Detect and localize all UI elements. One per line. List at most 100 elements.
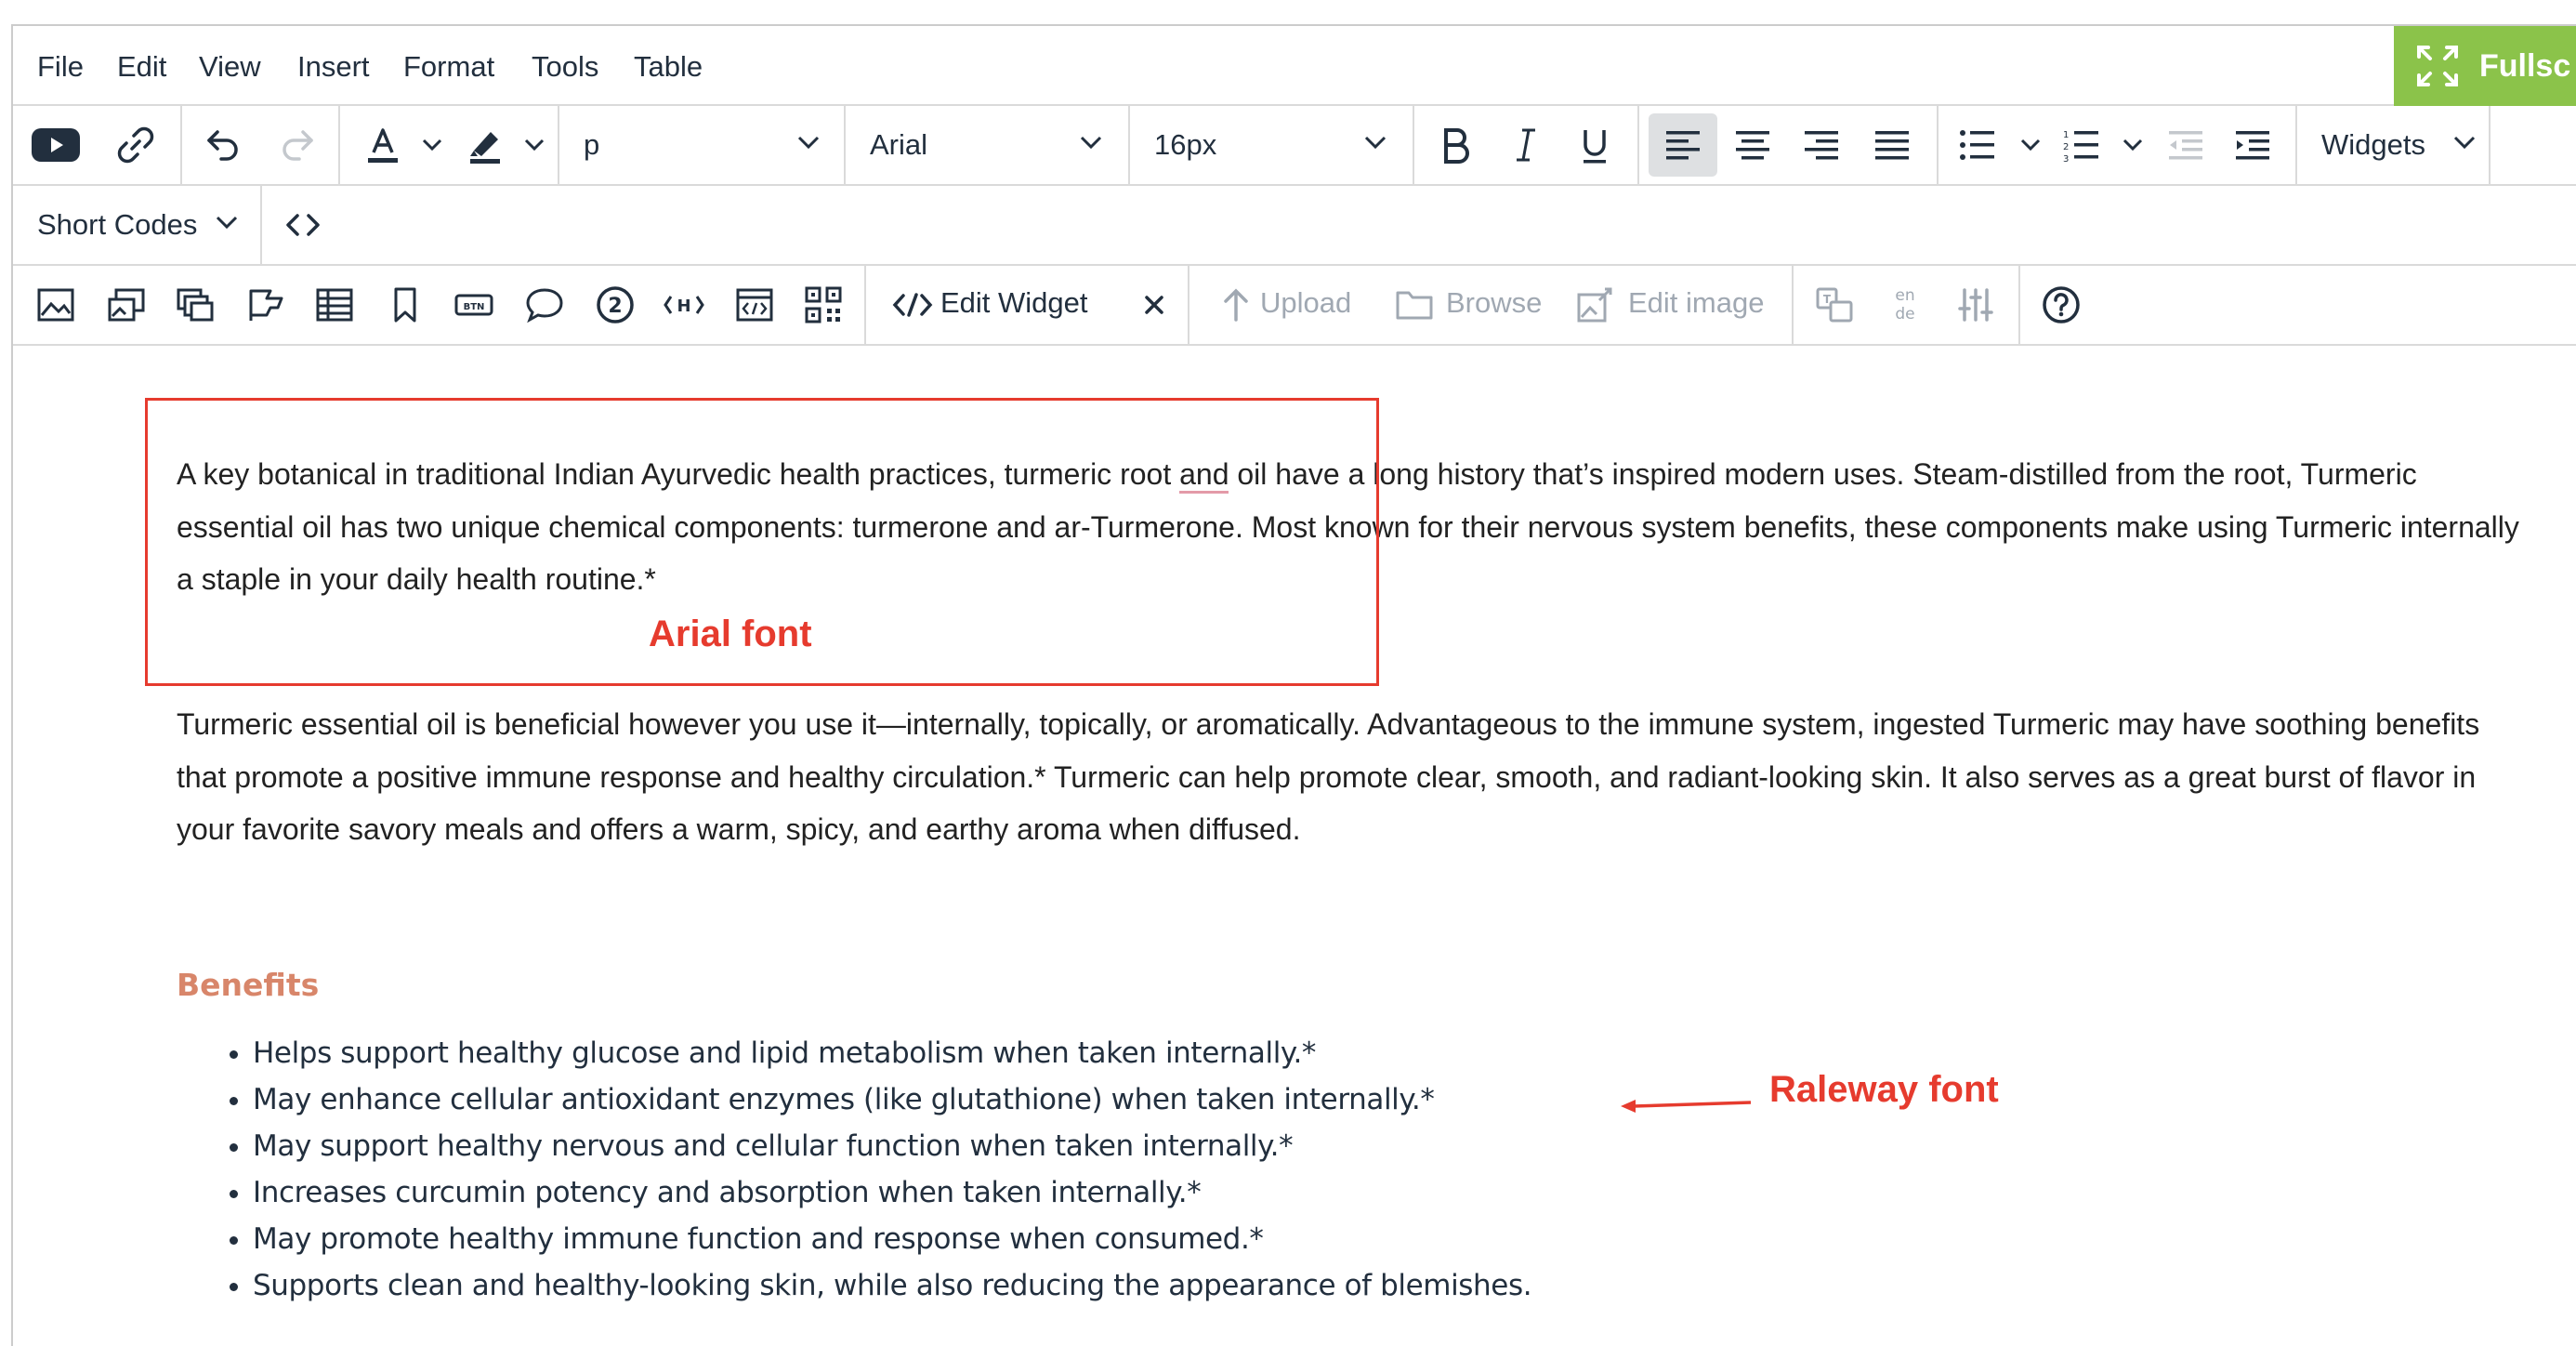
svg-text:T: T [1823, 293, 1832, 306]
bookmark-button[interactable] [375, 266, 435, 344]
browse-button[interactable]: Browse [1446, 286, 1542, 320]
font-size-select[interactable]: 16px [1130, 106, 1413, 184]
link-button[interactable] [106, 106, 165, 184]
text-color-icon [368, 128, 398, 163]
align-center-icon [1736, 131, 1769, 160]
edit-image-button[interactable]: Edit image [1628, 286, 1764, 320]
svg-text:1: 1 [2063, 130, 2069, 140]
browse-icon-wrap [1385, 266, 1444, 344]
list-item[interactable]: May support healthy nervous and cellular… [253, 1123, 1531, 1169]
remove-widget-button[interactable] [1124, 266, 1184, 344]
gallery-icon [108, 288, 145, 322]
bullet-list-button[interactable] [1948, 106, 2007, 184]
button-widget-button[interactable]: BTN [444, 266, 504, 344]
block-format-select[interactable]: p [559, 106, 844, 184]
numbered-list-dropdown[interactable] [2119, 106, 2147, 184]
indent-button[interactable] [2223, 106, 2282, 184]
chevron-down-icon [524, 139, 545, 152]
widgets-menu[interactable]: Widgets [2297, 106, 2489, 184]
image-icon [37, 288, 74, 322]
align-center-button[interactable] [1723, 106, 1782, 184]
outdent-button[interactable] [2156, 106, 2215, 184]
chevron-down-icon [1364, 136, 1387, 150]
redo-button[interactable] [268, 106, 327, 184]
language-switch-button[interactable]: en de [1875, 266, 1935, 344]
highlighter-icon [470, 132, 500, 164]
number-circle-icon: 2 [597, 286, 634, 323]
menu-tools[interactable]: Tools [532, 50, 598, 84]
settings-sliders-button[interactable] [1946, 266, 2005, 344]
source-code-button[interactable] [273, 186, 333, 264]
numbered-list-button[interactable]: 1 2 3 [2052, 106, 2111, 184]
undo-button[interactable] [193, 106, 253, 184]
italic-button[interactable] [1496, 106, 1556, 184]
sliders-icon [1958, 288, 1993, 322]
youtube-button[interactable] [26, 106, 85, 184]
gallery-button[interactable] [97, 266, 156, 344]
align-right-button[interactable] [1792, 106, 1851, 184]
short-codes-menu[interactable]: Short Codes [13, 186, 260, 264]
chevron-down-icon [2453, 136, 2476, 150]
folder-icon [1396, 291, 1433, 320]
help-button[interactable] [2031, 266, 2091, 344]
menu-insert[interactable]: Insert [297, 50, 370, 84]
paragraph-2[interactable]: Turmeric essential oil is beneficial how… [177, 698, 2537, 856]
list-item[interactable]: Increases curcumin potency and absorptio… [253, 1169, 1531, 1216]
benefits-list: Helps support healthy glucose and lipid … [177, 1030, 1532, 1309]
align-left-button[interactable] [1649, 113, 1717, 177]
fullscreen-button[interactable]: Fullsc [2394, 26, 2576, 106]
insert-image-button[interactable] [26, 266, 85, 344]
counter-button[interactable]: 2 [585, 266, 645, 344]
heading-icon: H [664, 296, 704, 316]
upload-button[interactable]: Upload [1260, 286, 1351, 320]
underline-button[interactable] [1565, 106, 1624, 184]
table-icon [316, 288, 353, 322]
font-family-select[interactable]: Arial [846, 106, 1128, 184]
link-icon [117, 126, 154, 164]
translate-button[interactable]: T [1805, 266, 1864, 344]
menu-table[interactable]: Table [634, 50, 703, 84]
undo-icon [207, 130, 238, 161]
align-justify-icon [1875, 131, 1909, 160]
list-item[interactable]: Supports clean and healthy-looking skin,… [253, 1262, 1532, 1309]
table-widget-button[interactable] [305, 266, 364, 344]
code-icon [286, 214, 320, 236]
benefits-heading[interactable]: Benefits [177, 967, 319, 1003]
slideshow-button[interactable] [165, 266, 225, 344]
banner-button[interactable] [236, 266, 296, 344]
chevron-down-icon [1080, 136, 1102, 150]
menu-format[interactable]: Format [403, 50, 494, 84]
bookmark-icon [394, 287, 416, 323]
menu-edit[interactable]: Edit [117, 50, 166, 84]
redo-icon [283, 130, 313, 161]
heading-widget-button[interactable]: H [654, 266, 714, 344]
list-item[interactable]: May enhance cellular antioxidant enzymes… [253, 1076, 1531, 1123]
menu-view[interactable]: View [199, 50, 261, 84]
svg-text:2: 2 [2063, 142, 2069, 152]
menu-file[interactable]: File [37, 50, 84, 84]
list-item[interactable]: Helps support healthy glucose and lipid … [253, 1030, 1531, 1076]
list-item[interactable]: May promote healthy immune function and … [253, 1216, 1531, 1262]
edit-widget-button[interactable]: Edit Widget [940, 286, 1088, 320]
text-color-button[interactable] [353, 106, 413, 184]
bold-button[interactable] [1426, 106, 1485, 184]
align-justify-button[interactable] [1862, 106, 1922, 184]
edit-image-icon-wrap [1565, 266, 1624, 344]
indent-icon [2236, 131, 2269, 160]
raleway-font-annotation: Raleway font [1769, 1069, 1999, 1110]
underline-icon [1584, 130, 1606, 164]
upload-arrow-icon [1224, 288, 1248, 322]
svg-text:2: 2 [608, 295, 622, 318]
embed-code-button[interactable] [725, 266, 784, 344]
help-icon [2043, 286, 2080, 323]
toolbar-row-1: p Arial 16px 1 2 3 Widgets [13, 106, 2576, 186]
bullet-list-dropdown[interactable] [2017, 106, 2044, 184]
comment-button[interactable] [515, 266, 574, 344]
qr-code-button[interactable] [794, 266, 853, 344]
highlight-color-button[interactable] [455, 106, 515, 184]
code-icon [892, 293, 933, 317]
text-color-dropdown[interactable] [418, 106, 446, 184]
highlight-color-dropdown[interactable] [520, 106, 548, 184]
edit-widget-icon-wrap [883, 266, 942, 344]
fullscreen-icon [2417, 46, 2458, 86]
